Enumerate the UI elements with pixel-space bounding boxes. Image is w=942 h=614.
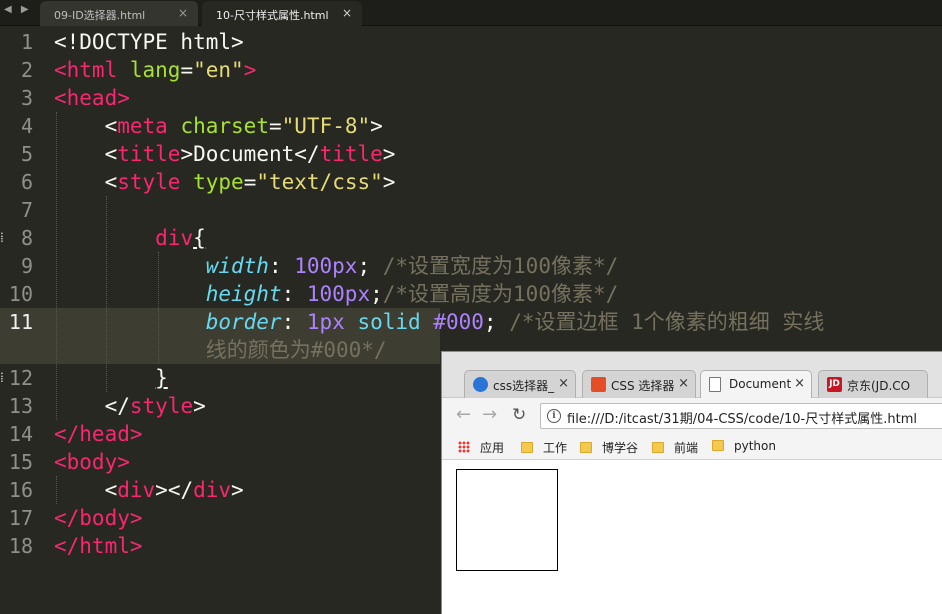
bookmark-frontend[interactable]: 前端 <box>652 439 698 456</box>
page-icon <box>709 377 721 392</box>
browser-tab-document[interactable]: Document × <box>700 370 812 398</box>
code-line-12: } <box>155 366 168 390</box>
bookmark-apps[interactable]: 应用 <box>458 439 504 456</box>
line-number: 18 <box>8 534 33 558</box>
bookmark-label: 应用 <box>480 441 505 455</box>
code-line-4: <meta charset="UTF-8"> <box>104 114 383 138</box>
line-number: 5 <box>20 142 33 166</box>
reload-icon[interactable]: ↻ <box>512 405 526 425</box>
code-line-9: width: 100px; /*设置宽度为100像素*/ <box>205 254 619 278</box>
line-number: 15 <box>8 450 33 474</box>
line-number: 8 <box>20 226 33 250</box>
line-number: 13 <box>8 394 33 418</box>
browser-tab-strip: css选择器_ × CSS 选择器 × Document × JD 京东(JD.… <box>442 352 942 398</box>
folder-icon <box>712 440 724 451</box>
bookmark-work[interactable]: 工作 <box>521 439 567 456</box>
forward-arrow-icon[interactable]: → <box>482 404 497 425</box>
address-bar[interactable]: i file:///D:/itcast/31期/04-CSS/code/10-尺… <box>540 403 942 429</box>
line-number: 16 <box>8 478 33 502</box>
html5-icon <box>591 377 606 392</box>
bookmarks-bar: 应用 工作 博学谷 前端 python <box>442 434 942 460</box>
close-icon[interactable]: × <box>792 376 805 391</box>
editor-tab-label: 10-尺寸样式属性.html <box>216 9 329 22</box>
code-line-1: <!DOCTYPE html> <box>54 30 244 54</box>
folder-icon <box>652 442 664 453</box>
page-viewport <box>442 461 942 614</box>
code-line-15: <body> <box>54 450 130 474</box>
line-number: 9 <box>20 254 33 278</box>
close-icon[interactable]: × <box>556 376 569 391</box>
close-icon[interactable]: × <box>178 6 188 20</box>
back-arrow-icon[interactable]: ← <box>456 404 471 425</box>
browser-tab-label: 京东(JD.CO <box>847 379 911 393</box>
browser-tab-css-selector-docs[interactable]: CSS 选择器 × <box>582 370 696 398</box>
bookmark-label: 工作 <box>543 441 568 455</box>
editor-tab-label: 09-ID选择器.html <box>54 9 146 22</box>
code-line-10: height: 100px;/*设置高度为100像素*/ <box>205 282 619 306</box>
line-number: 14 <box>8 422 33 446</box>
bookmark-label: 前端 <box>674 441 699 455</box>
code-line-18: </html> <box>54 534 143 558</box>
code-line-16: <div></div> <box>104 478 244 502</box>
jd-logo-icon: JD <box>827 377 842 392</box>
editor-tab-id-selector[interactable]: 09-ID选择器.html × <box>40 1 198 26</box>
browser-tab-label: Document <box>729 377 792 391</box>
browser-window: css选择器_ × CSS 选择器 × Document × JD 京东(JD.… <box>441 351 942 614</box>
line-number: 12 <box>8 366 33 390</box>
bookmark-boxuegu[interactable]: 博学谷 <box>580 439 638 456</box>
browser-tab-label: css选择器_ <box>493 379 555 393</box>
code-line-14: </head> <box>54 422 143 446</box>
bookmark-python[interactable]: python <box>712 439 776 453</box>
browser-tab-label: CSS 选择器 <box>611 379 675 393</box>
address-url: file:///D:/itcast/31期/04-CSS/code/10-尺寸样… <box>567 412 917 427</box>
close-icon[interactable]: × <box>676 376 689 391</box>
code-line-13: </style> <box>104 394 206 418</box>
code-line-11-wrap: 线的颜色为#000*/ <box>205 338 387 362</box>
tab-nav-arrows[interactable]: ◀ ▶ <box>4 4 32 15</box>
line-number: 10 <box>8 282 33 306</box>
code-line-17: </body> <box>54 506 143 530</box>
paw-icon <box>473 377 488 392</box>
close-icon[interactable]: × <box>342 6 352 20</box>
editor-tab-bar: ◀ ▶ 09-ID选择器.html × 10-尺寸样式属性.html × <box>0 0 942 26</box>
line-number: 2 <box>20 58 33 82</box>
line-number: 17 <box>8 506 33 530</box>
line-number: 4 <box>20 114 33 138</box>
code-line-11: border: 1px solid #000; /*设置边框 1个像素的粗细 实… <box>205 310 825 334</box>
line-number: 1 <box>20 30 33 54</box>
line-number: 3 <box>20 86 33 110</box>
code-line-2: <html lang="en"> <box>54 58 257 82</box>
folder-icon <box>521 442 533 453</box>
folder-icon <box>580 442 592 453</box>
line-number-current: 11 <box>8 310 33 334</box>
code-line-3: <head> <box>54 86 130 110</box>
rendered-div-box <box>456 469 558 571</box>
code-line-6: <style type="text/css"> <box>104 170 396 194</box>
bookmark-label: 博学谷 <box>602 441 639 455</box>
browser-tab-jd[interactable]: JD 京东(JD.CO <box>818 370 928 398</box>
browser-toolbar: ← → ↻ i file:///D:/itcast/31期/04-CSS/cod… <box>442 398 942 434</box>
code-line-5: <title>Document</title> <box>104 142 396 166</box>
apps-grid-icon <box>458 441 470 453</box>
code-line-8: div{ <box>155 226 206 250</box>
browser-tab-css-selector[interactable]: css选择器_ × <box>464 370 576 398</box>
line-number: 6 <box>20 170 33 194</box>
bookmark-label: python <box>734 439 776 453</box>
editor-tab-size-properties[interactable]: 10-尺寸样式属性.html × <box>202 1 362 26</box>
line-number: 7 <box>20 198 33 222</box>
info-icon[interactable]: i <box>547 409 561 423</box>
